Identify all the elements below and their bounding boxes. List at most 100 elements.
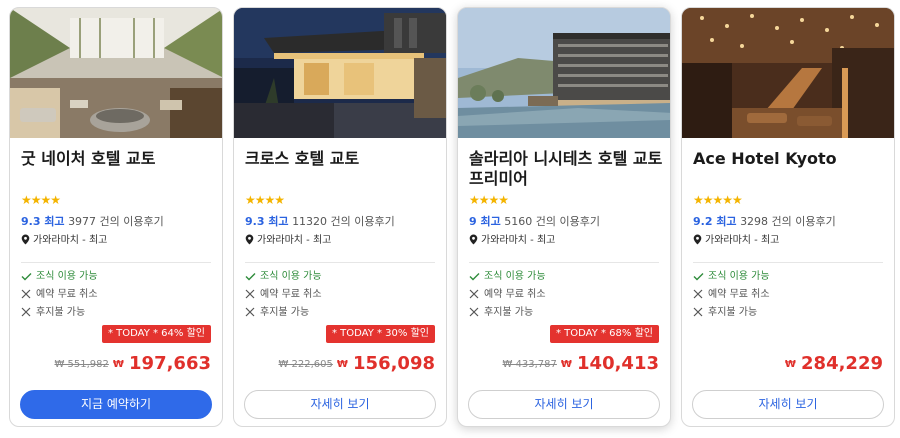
location-text: 가와라마치 - 최고	[481, 235, 556, 246]
hotel-photo-image	[234, 8, 446, 138]
location-pin-icon	[693, 234, 703, 250]
view-details-button[interactable]: 자세히 보기	[692, 390, 884, 419]
current-price: 284,229	[801, 353, 883, 374]
hotel-card[interactable]: 굿 네이처 호텔 교토 ★★★★ 9.3 최고 3977 건의 이용후기 가와라…	[9, 7, 223, 427]
location-text: 가와라마치 - 최고	[257, 235, 332, 246]
current-price: 197,663	[129, 353, 211, 374]
feature-label: 후지불 가능	[484, 307, 534, 318]
feature-pay-later: 후지불 가능	[693, 306, 757, 322]
check-icon	[21, 272, 33, 286]
price-block: ₩ 551,982 ₩ 197,663	[54, 353, 211, 374]
feature-label: 예약 무료 취소	[708, 289, 770, 300]
location-pin-icon	[245, 234, 255, 250]
review-score: 9.3 최고	[245, 215, 289, 228]
hotel-photo-image	[458, 8, 670, 138]
feature-pay-later: 후지불 가능	[469, 306, 533, 322]
review-score: 9.3 최고	[21, 215, 65, 228]
review-score: 9 최고	[469, 215, 501, 228]
divider	[245, 262, 435, 263]
review-count: 5160 건의 이용후기	[504, 215, 600, 228]
hotel-photo[interactable]	[458, 8, 670, 138]
original-price: ₩ 551,982	[54, 359, 109, 370]
currency-mark: ₩	[784, 359, 796, 370]
currency-mark: ₩	[336, 359, 348, 370]
feature-pay-later: 후지불 가능	[21, 306, 85, 322]
feature-label: 조식 이용 가능	[484, 271, 546, 282]
feature-label: 예약 무료 취소	[260, 289, 322, 300]
original-price: ₩ 433,787	[502, 359, 557, 370]
review-summary: 9.3 최고 11320 건의 이용후기	[245, 215, 395, 229]
feature-label: 예약 무료 취소	[484, 289, 546, 300]
review-summary: 9.2 최고 3298 건의 이용후기	[693, 215, 836, 229]
feature-free-cancel: 예약 무료 취소	[693, 288, 770, 304]
hotel-photo[interactable]	[682, 8, 894, 138]
view-details-button[interactable]: 자세히 보기	[468, 390, 660, 419]
feature-breakfast: 조식 이용 가능	[693, 270, 770, 286]
hotel-photo-image	[682, 8, 894, 138]
star-rating: ★★★★	[21, 193, 61, 207]
star-rating: ★★★★	[245, 193, 285, 207]
feature-pay-later: 후지불 가능	[245, 306, 309, 322]
star-rating: ★★★★	[469, 193, 509, 207]
hotel-card[interactable]: 솔라리아 니시테츠 호텔 교토 프리미어 ★★★★ 9 최고 5160 건의 이…	[457, 7, 671, 427]
original-price: ₩ 222,605	[278, 359, 333, 370]
review-count: 11320 건의 이용후기	[292, 215, 395, 228]
hotel-photo[interactable]	[10, 8, 222, 138]
hotel-card[interactable]: 크로스 호텔 교토 ★★★★ 9.3 최고 11320 건의 이용후기 가와라마…	[233, 7, 447, 427]
cross-icon	[693, 289, 705, 304]
cross-icon	[469, 307, 481, 322]
location-text: 가와라마치 - 최고	[33, 235, 108, 246]
deal-badge: * TODAY * 64% 할인	[101, 325, 211, 343]
cross-icon	[21, 289, 33, 304]
price-block: ₩ 433,787 ₩ 140,413	[502, 353, 659, 374]
hotel-name[interactable]: 굿 네이처 호텔 교토	[21, 149, 217, 169]
feature-free-cancel: 예약 무료 취소	[21, 288, 98, 304]
feature-label: 예약 무료 취소	[36, 289, 98, 300]
hotel-photo[interactable]	[234, 8, 446, 138]
price-block: ₩ 222,605 ₩ 156,098	[278, 353, 435, 374]
view-details-button[interactable]: 자세히 보기	[244, 390, 436, 419]
location: 가와라마치 - 최고	[245, 234, 331, 250]
check-icon	[469, 272, 481, 286]
currency-mark: ₩	[560, 359, 572, 370]
deal-badge: * TODAY * 30% 할인	[325, 325, 435, 343]
divider	[693, 262, 883, 263]
feature-label: 조식 이용 가능	[36, 271, 98, 282]
location: 가와라마치 - 최고	[21, 234, 107, 250]
feature-label: 후지불 가능	[708, 307, 758, 318]
feature-breakfast: 조식 이용 가능	[21, 270, 98, 286]
review-count: 3977 건의 이용후기	[68, 215, 164, 228]
current-price: 140,413	[577, 353, 659, 374]
review-summary: 9 최고 5160 건의 이용후기	[469, 215, 600, 229]
feature-label: 후지불 가능	[36, 307, 86, 318]
current-price: 156,098	[353, 353, 435, 374]
hotel-name[interactable]: Ace Hotel Kyoto	[693, 149, 889, 169]
currency-mark: ₩	[112, 359, 124, 370]
cross-icon	[245, 289, 257, 304]
review-summary: 9.3 최고 3977 건의 이용후기	[21, 215, 164, 229]
star-rating: ★★★★★	[693, 193, 743, 207]
feature-label: 조식 이용 가능	[260, 271, 322, 282]
check-icon	[693, 272, 705, 286]
check-icon	[245, 272, 257, 286]
hotel-card[interactable]: Ace Hotel Kyoto ★★★★★ 9.2 최고 3298 건의 이용후…	[681, 7, 895, 427]
divider	[469, 262, 659, 263]
cross-icon	[469, 289, 481, 304]
book-now-button[interactable]: 지금 예약하기	[20, 390, 212, 419]
location: 가와라마치 - 최고	[469, 234, 555, 250]
feature-label: 조식 이용 가능	[708, 271, 770, 282]
cross-icon	[245, 307, 257, 322]
hotel-name[interactable]: 솔라리아 니시테츠 호텔 교토 프리미어	[469, 149, 665, 189]
hotel-photo-image	[10, 8, 222, 138]
hotel-name[interactable]: 크로스 호텔 교토	[245, 149, 441, 169]
price-block: ₩ 284,229	[785, 353, 883, 374]
cross-icon	[21, 307, 33, 322]
feature-breakfast: 조식 이용 가능	[469, 270, 546, 286]
location-pin-icon	[21, 234, 31, 250]
location-text: 가와라마치 - 최고	[705, 235, 780, 246]
review-count: 3298 건의 이용후기	[740, 215, 836, 228]
feature-label: 후지불 가능	[260, 307, 310, 318]
divider	[21, 262, 211, 263]
feature-breakfast: 조식 이용 가능	[245, 270, 322, 286]
location-pin-icon	[469, 234, 479, 250]
